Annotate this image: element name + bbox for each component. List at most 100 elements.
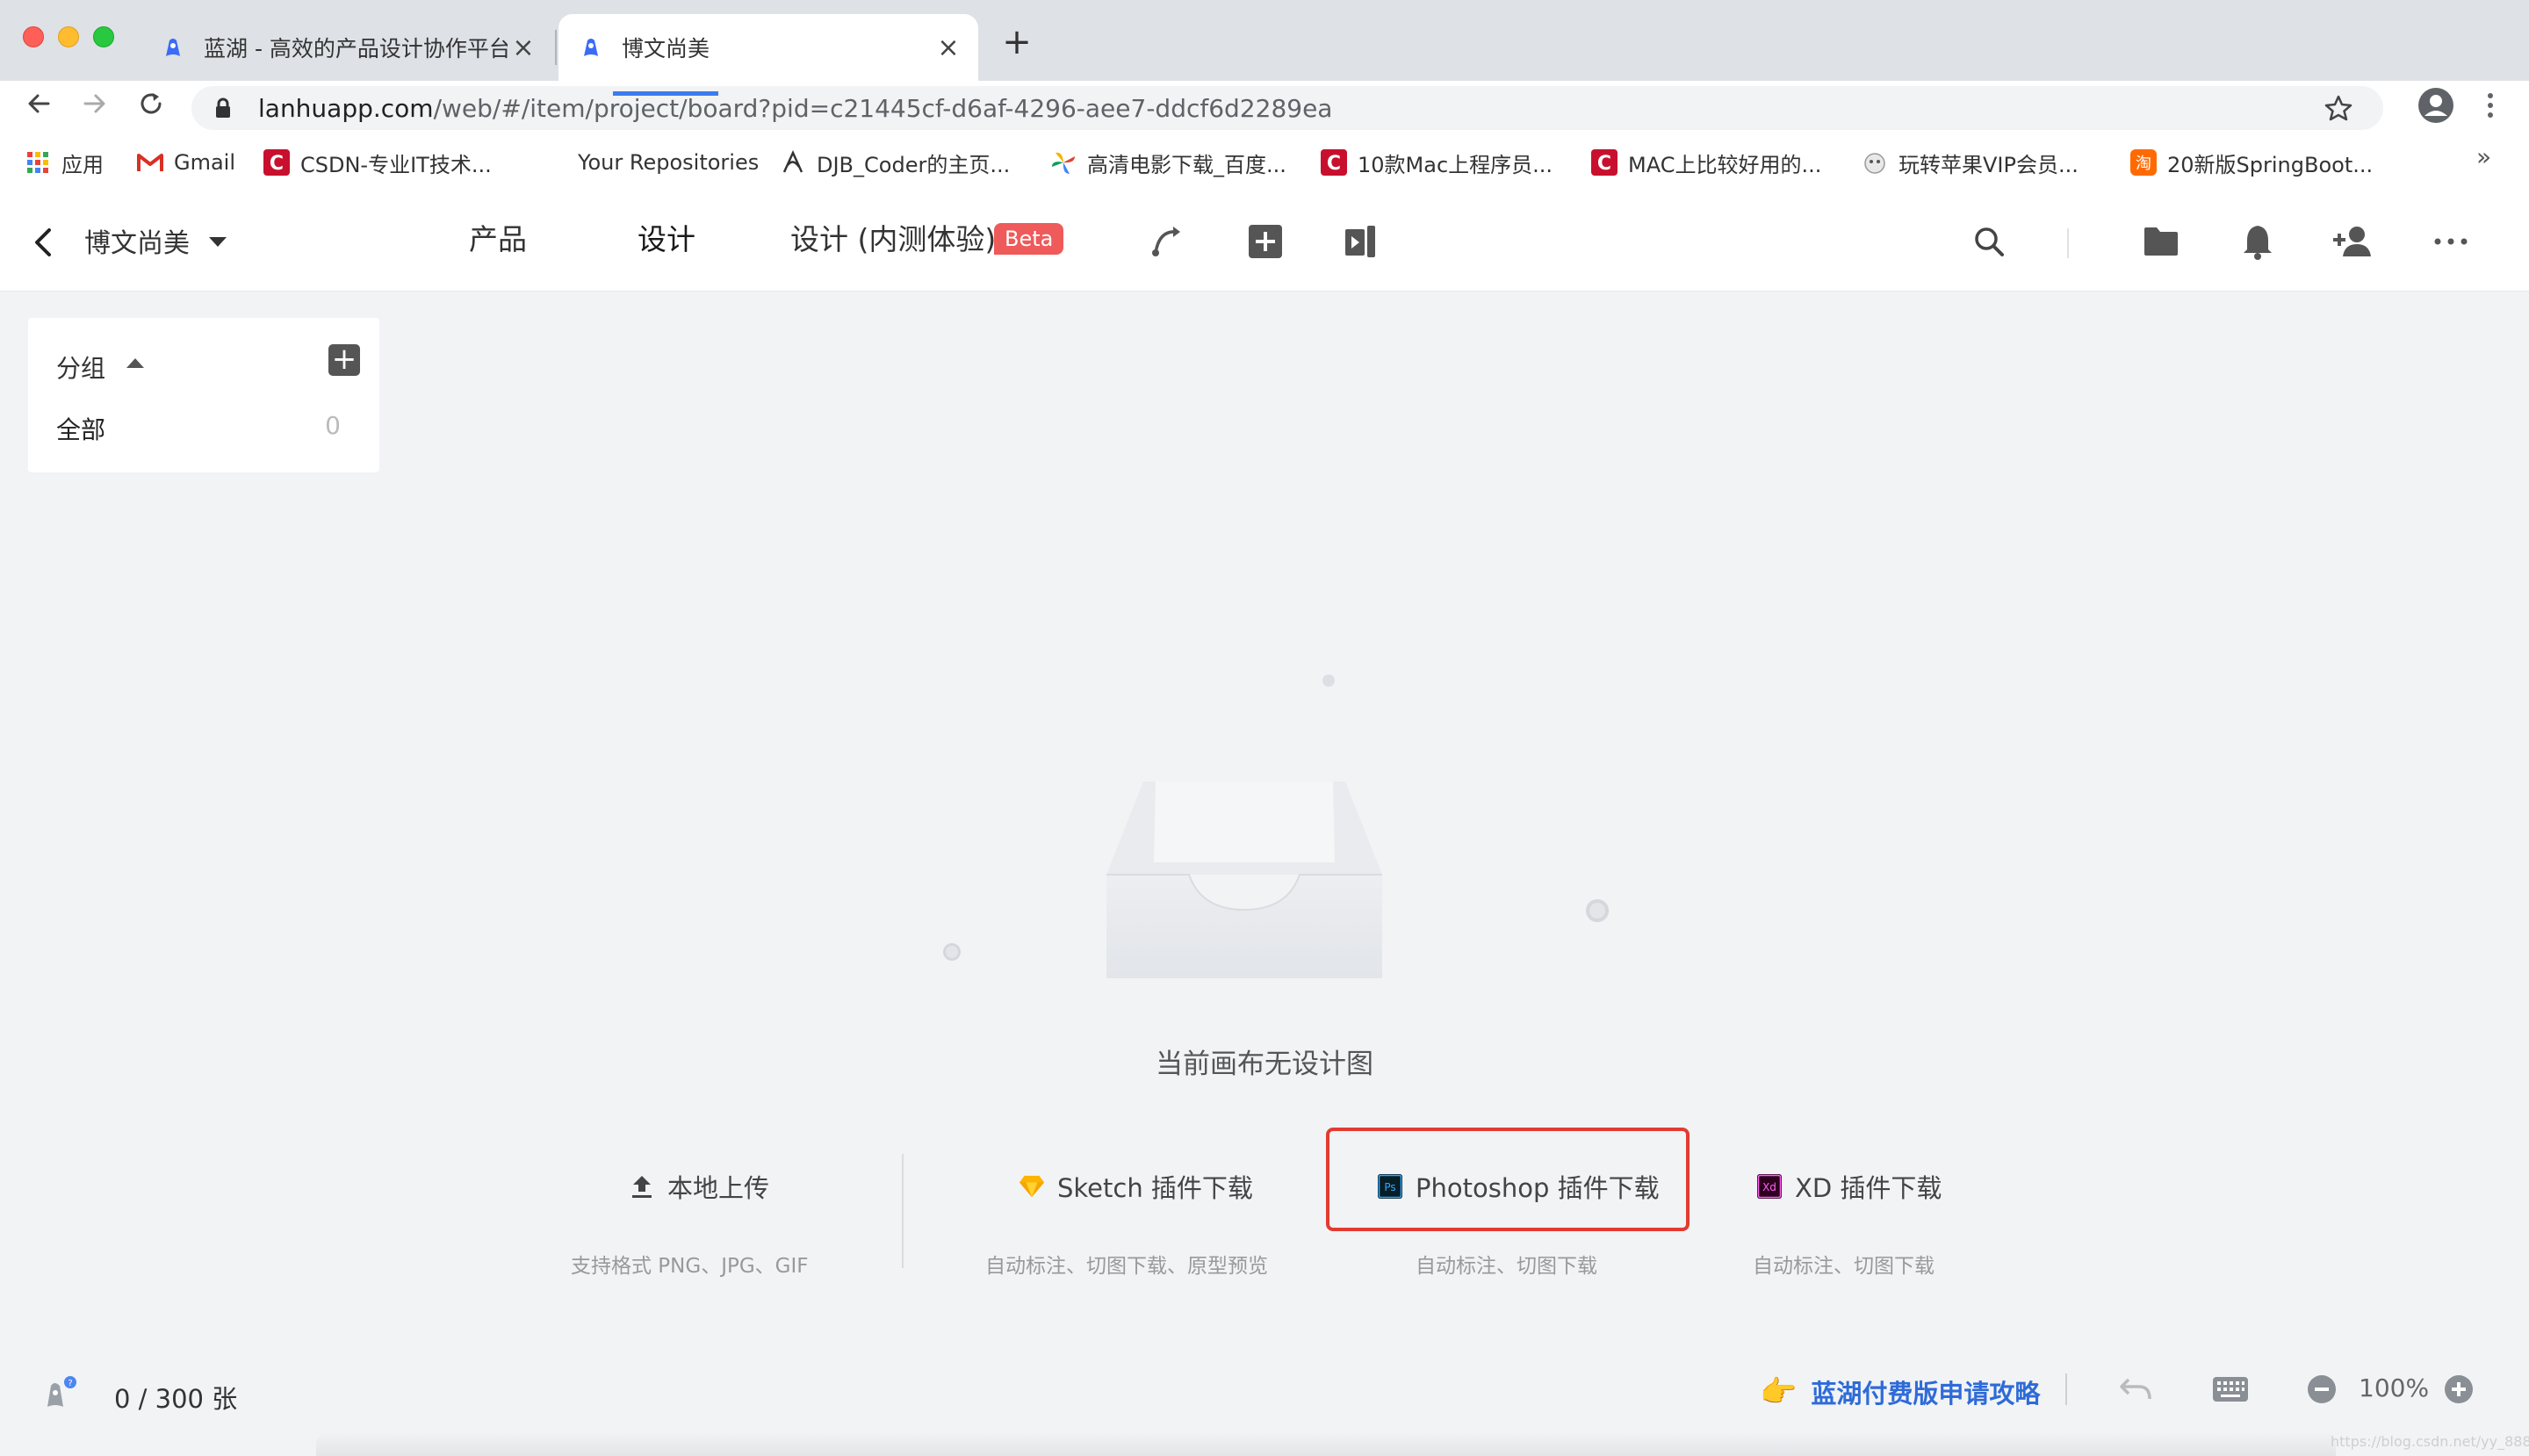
browser-tab-lanhu[interactable]: 蓝湖 - 高效的产品设计协作平台 ×	[140, 14, 553, 81]
reload-icon[interactable]	[132, 84, 170, 123]
app-header: 博文尚美 产品 设计 设计 (内测体验) Beta	[0, 195, 2529, 292]
add-group-button[interactable]: +	[328, 344, 360, 376]
address-bar[interactable]: lanhuapp.com/web/#/item/project/board?pi…	[191, 86, 2383, 130]
action-label: Sketch 插件下载	[1057, 1173, 1253, 1203]
tab-product[interactable]: 产品	[469, 216, 527, 258]
canvas-bottom-edge	[316, 1431, 2336, 1456]
sketch-icon	[1019, 1173, 1045, 1200]
url-text: lanhuapp.com/web/#/item/project/board?pi…	[258, 93, 1333, 123]
taobao-icon: 淘	[2130, 149, 2157, 176]
design-count: 0 / 300 张	[114, 1384, 238, 1414]
bookmark-movie[interactable]: 高清电影下载_百度...	[1050, 141, 1286, 184]
search-icon[interactable]	[1969, 221, 2009, 262]
bookmark-springboot[interactable]: 淘 20新版SpringBoot...	[2130, 141, 2373, 184]
zoom-in-icon[interactable]	[2439, 1370, 2478, 1409]
bookmark-label: 高清电影下载_百度...	[1087, 152, 1286, 177]
back-chevron-icon[interactable]	[30, 223, 56, 262]
promo-label: 蓝湖付费版申请攻略	[1811, 1379, 2041, 1409]
empty-tray-illustration	[1105, 778, 1384, 980]
bookmark-star-icon[interactable]	[2324, 93, 2353, 123]
lock-icon	[211, 96, 235, 120]
lanhu-icon	[160, 34, 186, 61]
local-upload-button[interactable]: 本地上传	[629, 1168, 769, 1205]
bookmark-djb-coder[interactable]: DJB_Coder的主页...	[780, 141, 1010, 184]
more-dots-icon[interactable]	[2431, 221, 2471, 262]
add-square-icon[interactable]	[1245, 221, 1286, 262]
bookmark-mac-tools[interactable]: C 10款Mac上程序员...	[1321, 141, 1553, 184]
action-label: 本地上传	[667, 1173, 770, 1203]
browser-menu-icon[interactable]	[2480, 86, 2501, 125]
bookmark-gmail[interactable]: Gmail	[137, 141, 235, 184]
undo-icon[interactable]	[2116, 1370, 2155, 1409]
group-item-all[interactable]: 全部	[56, 411, 105, 446]
new-tab-button[interactable]: +	[998, 22, 1036, 62]
prototype-play-icon[interactable]	[1340, 221, 1380, 262]
browser-tab-strip: 蓝湖 - 高效的产品设计协作平台 × 博文尚美 × +	[0, 0, 2529, 81]
bookmarks-overflow-button[interactable]: »	[2476, 142, 2491, 171]
close-icon[interactable]: ×	[933, 32, 964, 63]
action-description: 自动标注、切图下载、原型预览	[985, 1255, 1268, 1278]
upload-icon	[629, 1173, 655, 1200]
bookmark-repositories[interactable]: Your Repositories	[578, 141, 759, 184]
highlight-annotation-box	[1326, 1128, 1690, 1231]
browser-tab-project[interactable]: 博文尚美 ×	[558, 14, 978, 81]
gmail-icon	[137, 149, 163, 176]
watermark: https://blog.csdn.net/yy_8888	[2331, 1433, 2529, 1450]
forward-arrow-icon[interactable]	[76, 84, 114, 123]
bookmark-label: 10款Mac上程序员...	[1358, 152, 1553, 177]
bookmark-apps[interactable]: 应用	[25, 141, 104, 184]
bookmark-label: 应用	[61, 152, 104, 177]
xd-icon: Xd	[1756, 1173, 1783, 1200]
zoom-level: 100%	[2359, 1373, 2430, 1402]
bookmark-mac-software[interactable]: C MAC上比较好用的...	[1591, 141, 1821, 184]
bell-icon[interactable]	[2237, 221, 2278, 262]
minimize-window-button[interactable]	[58, 26, 79, 47]
profile-avatar-icon[interactable]	[2417, 86, 2455, 125]
header-divider	[2067, 228, 2069, 258]
caret-up-icon[interactable]	[126, 358, 144, 368]
close-icon[interactable]: ×	[508, 32, 539, 63]
pointing-hand-icon: 👉	[1760, 1374, 1798, 1409]
xd-plugin-download-button[interactable]: Xd XD 插件下载	[1756, 1168, 1942, 1205]
svg-text:C: C	[1327, 153, 1341, 175]
group-title[interactable]: 分组	[56, 350, 105, 385]
decor-dot	[1586, 899, 1609, 922]
svg-text:?: ?	[68, 1379, 72, 1388]
footer-divider	[2065, 1373, 2067, 1405]
bookmark-label: 玩转苹果VIP会员...	[1899, 152, 2079, 177]
tab-title: 蓝湖 - 高效的产品设计协作平台	[204, 36, 508, 61]
tab-design-beta[interactable]: 设计 (内测体验)	[790, 216, 996, 258]
pinwheel-icon	[1050, 149, 1077, 176]
zoom-out-icon[interactable]	[2302, 1370, 2341, 1409]
csdn-icon: C	[1321, 149, 1347, 176]
paid-plan-guide-link[interactable]: 👉 蓝湖付费版申请攻略	[1760, 1373, 2040, 1410]
bookmark-label: Your Repositories	[578, 150, 760, 175]
folder-icon[interactable]	[2141, 221, 2181, 262]
group-panel: 分组 + 全部 0	[28, 318, 379, 472]
zoom-window-button[interactable]	[93, 26, 114, 47]
add-member-icon[interactable]	[2332, 221, 2373, 262]
bookmarks-bar: 应用 Gmail C CSDN-专业IT技术... Your Repositor…	[0, 141, 2529, 184]
group-item-count: 0	[325, 411, 341, 440]
tab-title: 博文尚美	[622, 36, 710, 61]
keyboard-icon[interactable]	[2211, 1370, 2250, 1409]
tab-design[interactable]: 设计	[638, 216, 695, 258]
svg-text:淘: 淘	[2136, 155, 2151, 173]
decor-dot	[943, 943, 961, 961]
action-description: 自动标注、切图下载	[1753, 1255, 1935, 1278]
csdn-icon: C	[1591, 149, 1618, 176]
bookmark-csdn[interactable]: C CSDN-专业IT技术...	[263, 141, 492, 184]
close-window-button[interactable]	[23, 26, 44, 47]
empty-state-message: 当前画布无设计图	[1156, 1049, 1373, 1080]
sketch-plugin-download-button[interactable]: Sketch 插件下载	[1019, 1168, 1253, 1205]
caret-down-icon[interactable]	[209, 237, 227, 247]
assistant-icon[interactable]: ?	[42, 1375, 77, 1410]
flow-connector-icon[interactable]	[1147, 221, 1187, 262]
bookmark-apple-vip[interactable]: 玩转苹果VIP会员...	[1862, 141, 2079, 184]
lanhu-icon	[578, 34, 604, 61]
bookmark-label: Gmail	[174, 150, 236, 175]
bookmark-label: MAC上比较好用的...	[1628, 152, 1822, 177]
back-arrow-icon[interactable]	[19, 84, 58, 123]
project-name[interactable]: 博文尚美	[84, 221, 190, 260]
action-label: XD 插件下载	[1795, 1173, 1942, 1203]
